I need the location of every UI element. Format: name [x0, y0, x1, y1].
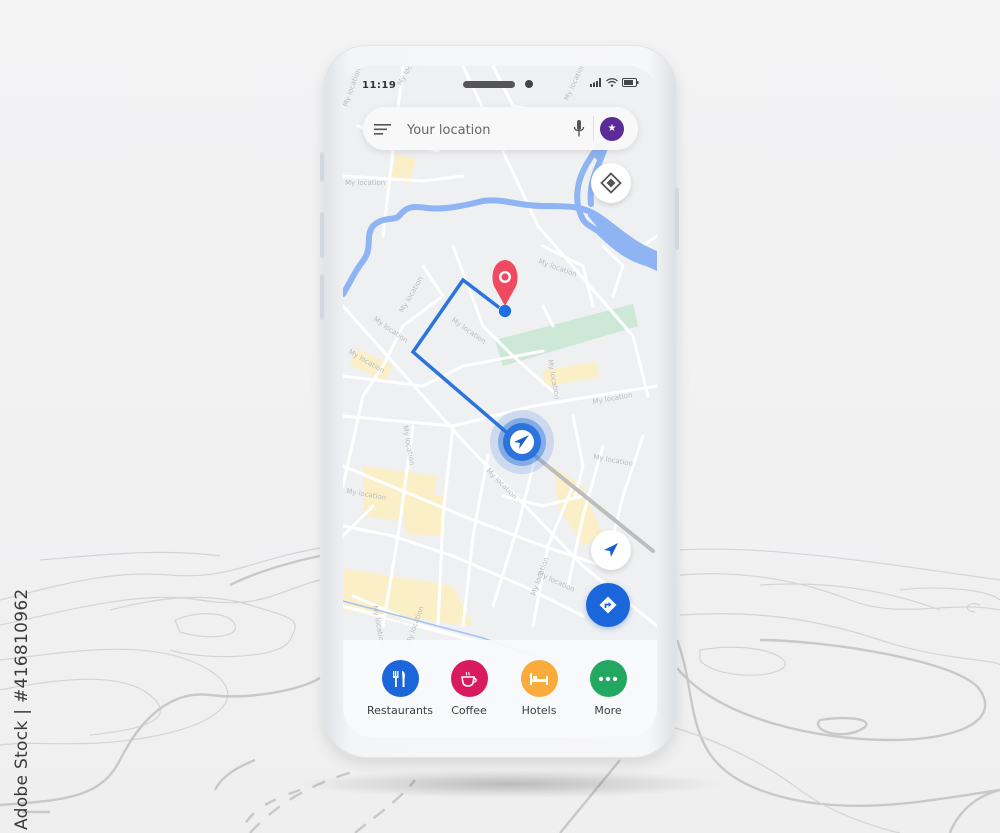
- hotel-icon: [520, 660, 558, 697]
- street-label: My location: [345, 179, 385, 187]
- category-label: Hotels: [521, 704, 557, 717]
- directions-icon: [599, 596, 617, 614]
- street-label: My location: [372, 315, 410, 345]
- phone-screen: My location My location My location My l…: [343, 66, 657, 737]
- destination-pin-icon[interactable]: [492, 260, 518, 318]
- wifi-icon: [606, 78, 618, 87]
- phone-side-button: [320, 152, 324, 182]
- navigation-arrow-icon: [604, 543, 618, 557]
- phone-camera: [525, 80, 533, 88]
- locate-me-button[interactable]: [591, 530, 631, 570]
- category-label: Restaurants: [367, 704, 433, 717]
- signal-icon: [590, 78, 601, 87]
- restaurant-icon: [381, 660, 419, 697]
- status-icons: [590, 78, 639, 87]
- status-bar: 11:19: [343, 66, 657, 96]
- phone-side-button: [320, 212, 324, 258]
- category-restaurants[interactable]: Restaurants: [365, 660, 435, 717]
- more-icon: [589, 660, 627, 697]
- menu-icon[interactable]: [374, 121, 392, 137]
- directions-button[interactable]: [586, 583, 630, 627]
- search-bar[interactable]: ★: [363, 107, 638, 150]
- phone-shadow: [300, 770, 720, 798]
- phone-speaker: [463, 81, 515, 88]
- street-label: My location: [398, 275, 425, 314]
- category-hotels[interactable]: Hotels: [504, 660, 574, 717]
- category-label: More: [594, 704, 622, 717]
- microphone-icon[interactable]: [572, 119, 586, 139]
- search-input[interactable]: [405, 117, 569, 143]
- coffee-icon: [450, 660, 488, 697]
- current-location-marker[interactable]: [490, 410, 554, 474]
- battery-icon: [622, 78, 639, 87]
- category-more[interactable]: More: [573, 660, 643, 717]
- status-time: 11:19: [362, 80, 397, 91]
- category-panel: Restaurants Coffee Hotels More: [343, 640, 657, 737]
- category-coffee[interactable]: Coffee: [434, 660, 504, 717]
- phone-power-button: [675, 188, 679, 250]
- category-label: Coffee: [451, 704, 487, 717]
- layers-button[interactable]: [591, 163, 631, 203]
- search-divider: [593, 116, 594, 141]
- phone-side-button: [320, 274, 324, 320]
- avatar[interactable]: ★: [600, 117, 624, 141]
- layers-icon: [600, 172, 622, 194]
- watermark-text: Adobe Stock | #416810962: [12, 588, 32, 830]
